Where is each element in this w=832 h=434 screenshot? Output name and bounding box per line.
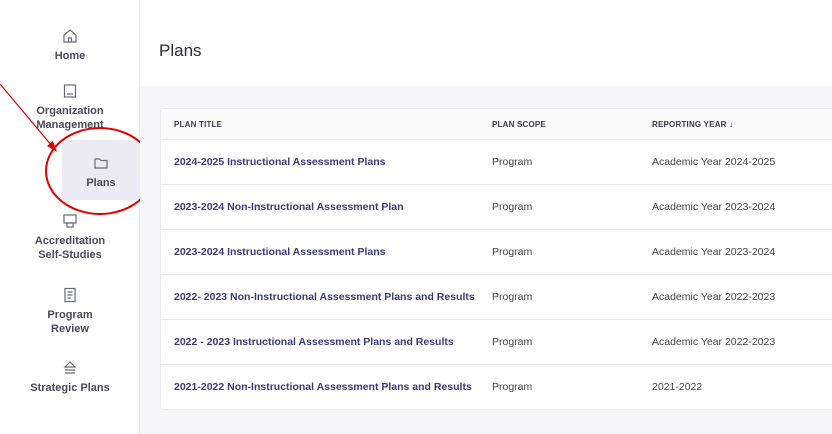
plan-title-link[interactable]: 2021-2022 Non-Instructional Assessment P…	[174, 381, 472, 393]
sidebar-item-home[interactable]: Home	[0, 27, 140, 63]
plan-scope-cell: Program	[492, 336, 533, 348]
plan-scope-cell: Program	[492, 246, 533, 258]
building-icon	[61, 82, 79, 100]
plan-scope-cell: Program	[492, 381, 533, 393]
plan-title-link[interactable]: 2023-2024 Instructional Assessment Plans	[174, 246, 385, 258]
sidebar-item-label: Organization Management	[36, 105, 104, 131]
plan-scope-cell: Program	[492, 291, 533, 303]
table-row[interactable]: 2022 - 2023 Instructional Assessment Pla…	[161, 320, 832, 365]
plan-scope-cell: Program	[492, 156, 533, 168]
table-row[interactable]: 2024-2025 Instructional Assessment Plans…	[161, 140, 832, 185]
home-icon	[61, 27, 79, 45]
sidebar-item-strategic-plans[interactable]: Strategic Plans	[0, 359, 140, 395]
plans-table: PLAN TITLE PLAN SCOPE REPORTING YEAR ↓ 2…	[160, 108, 832, 410]
table-row[interactable]: 2023-2024 Non-Instructional Assessment P…	[161, 185, 832, 230]
sidebar-item-program-review[interactable]: Program Review	[0, 286, 140, 336]
plan-title-link[interactable]: 2024-2025 Instructional Assessment Plans	[174, 156, 385, 168]
reporting-year-cell: 2021-2022	[652, 381, 703, 393]
plan-title-link[interactable]: 2023-2024 Non-Instructional Assessment P…	[174, 201, 404, 213]
sidebar-item-label: Strategic Plans	[30, 382, 110, 394]
page-title: Plans	[159, 41, 202, 60]
table-row[interactable]: 2021-2022 Non-Instructional Assessment P…	[161, 365, 832, 410]
sidebar-item-label: Home	[54, 50, 86, 62]
column-header-plan-title[interactable]: PLAN TITLE	[174, 120, 222, 129]
reporting-year-cell: Academic Year 2022-2023	[652, 336, 776, 348]
reporting-year-cell: Academic Year 2022-2023	[652, 291, 776, 303]
reporting-year-cell: Academic Year 2023-2024	[652, 201, 776, 213]
table-row[interactable]: 2022- 2023 Non-Instructional Assessment …	[161, 275, 832, 320]
sidebar-item-organization-management[interactable]: Organization Management	[0, 82, 140, 132]
sidebar-item-label: Plans	[86, 177, 116, 189]
monitor-icon	[61, 212, 79, 230]
sidebar-item-accreditation-self-studies[interactable]: Accreditation Self-Studies	[0, 212, 140, 262]
stack-icon	[61, 359, 79, 377]
table-header: PLAN TITLE PLAN SCOPE REPORTING YEAR ↓	[161, 109, 832, 140]
reporting-year-cell: Academic Year 2023-2024	[652, 246, 776, 258]
plan-title-link[interactable]: 2022 - 2023 Instructional Assessment Pla…	[174, 336, 454, 348]
table-row[interactable]: 2023-2024 Instructional Assessment Plans…	[161, 230, 832, 275]
column-header-reporting-year[interactable]: REPORTING YEAR ↓	[652, 120, 733, 129]
reporting-year-cell: Academic Year 2024-2025	[652, 156, 776, 168]
sidebar-item-label: Program Review	[47, 309, 93, 335]
plan-scope-cell: Program	[492, 201, 533, 213]
plan-title-link[interactable]: 2022- 2023 Non-Instructional Assessment …	[174, 291, 475, 303]
folder-icon	[92, 154, 110, 172]
sidebar: Home Organization Management Plans Accre…	[0, 0, 140, 434]
column-header-plan-scope[interactable]: PLAN SCOPE	[492, 120, 546, 129]
sidebar-item-plans[interactable]: Plans	[62, 140, 140, 200]
sidebar-item-label: Accreditation Self-Studies	[34, 235, 106, 261]
document-icon	[61, 286, 79, 304]
